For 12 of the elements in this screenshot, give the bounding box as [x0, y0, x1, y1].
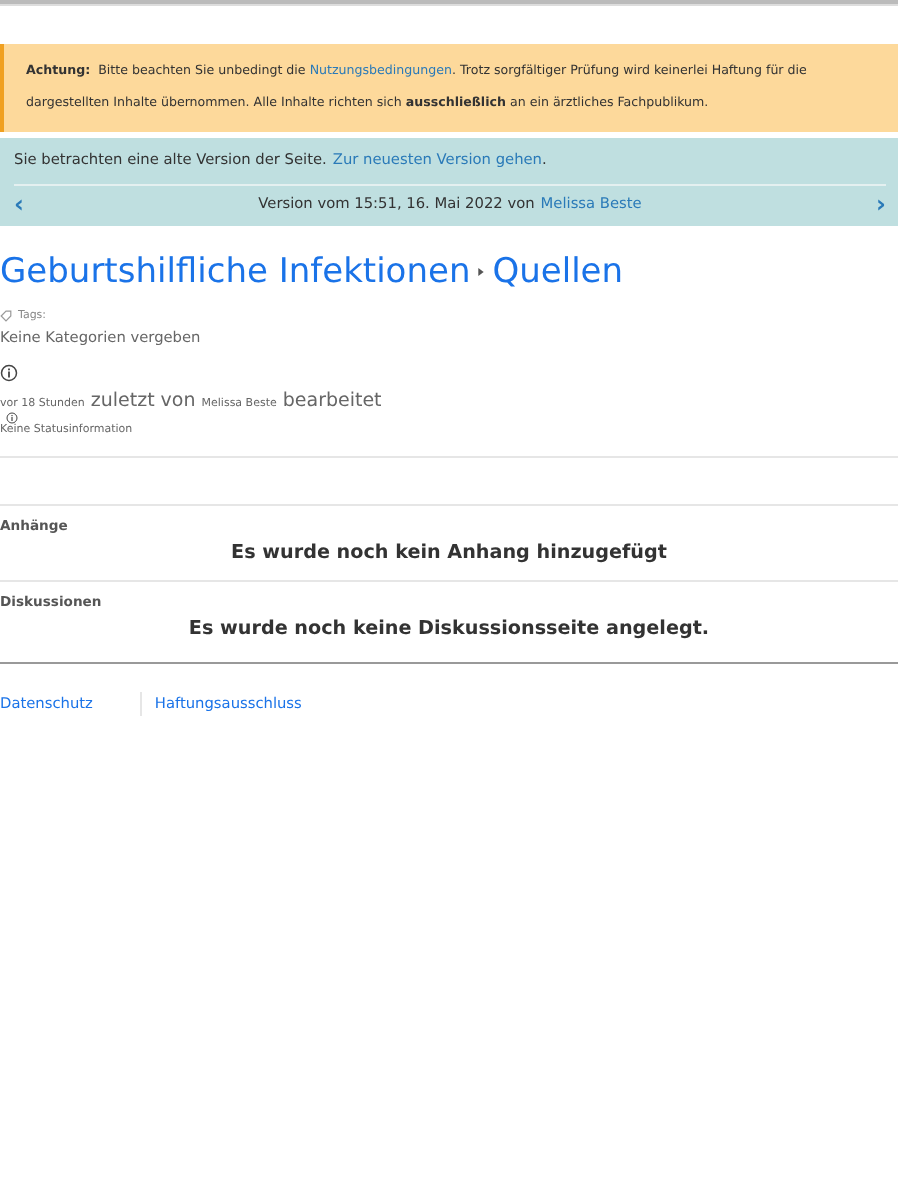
empty-message: Es wurde noch keine Diskussionsseite angelegt.: [186, 618, 712, 640]
breadcrumb-link[interactable]: Geburtshilfliche Infektionen: [0, 250, 471, 294]
tag-icon: [0, 310, 12, 322]
breadcrumb-separator-icon: [478, 268, 485, 276]
next-version-button[interactable]: ›: [876, 192, 886, 216]
previous-version-button[interactable]: ‹: [14, 192, 24, 216]
breadcrumb-link[interactable]: Quellen: [492, 250, 624, 294]
empty-message: Es wurde noch kein Anhang hinzugefügt: [229, 542, 669, 564]
edited-by-text: zuletzt von: [90, 390, 196, 412]
edited-text: bearbeitet: [282, 390, 382, 412]
info-icon: [0, 364, 18, 382]
info-icon: [6, 412, 18, 424]
